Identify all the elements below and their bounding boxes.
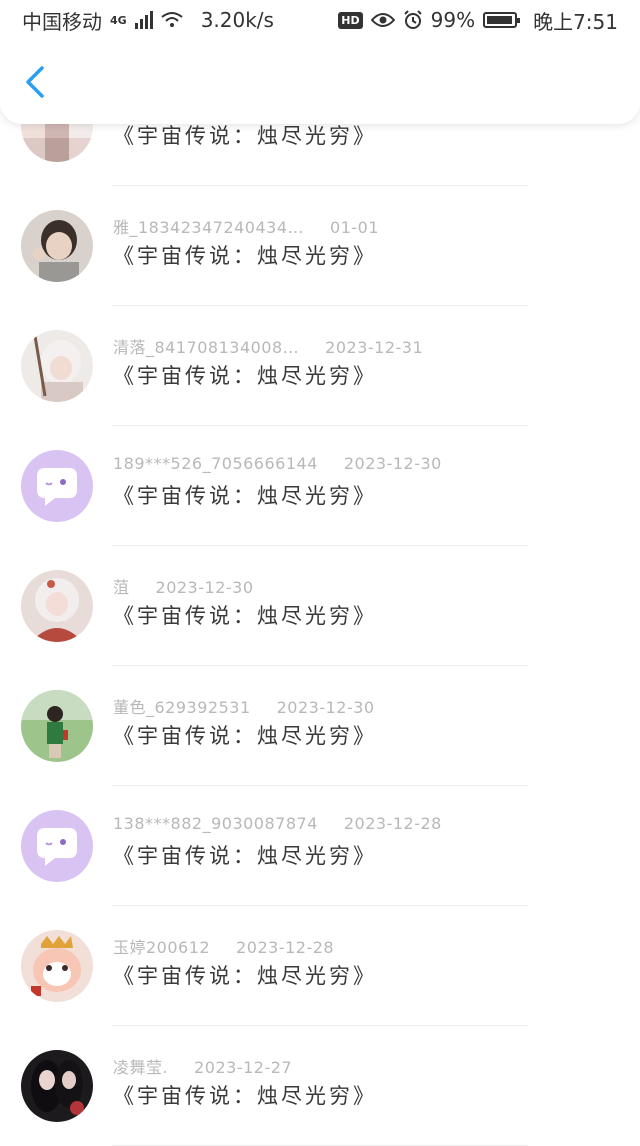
username: 雅_18342347240434… [113,218,305,237]
comment-text: 《宇宙传说：烛尽光穷》 [113,364,377,388]
username: 玉婷200612 [113,938,211,957]
comment-meta: 凌舞莹. 2023-12-27 [113,1054,292,1078]
chat-bubble-icon [21,810,93,882]
hd-icon: HD [338,11,363,29]
user-avatar[interactable] [21,690,93,762]
eye-icon [370,13,395,27]
username: 凌舞莹. [113,1058,169,1077]
comment-meta: 清落_841708134008… 2023-12-31 [113,334,423,358]
comment-item[interactable]: 玉婷200612 2023-12-28 《宇宙传说：烛尽光穷》 [0,906,640,1026]
comment-text: 《宇宙传说：烛尽光穷》 [113,484,377,508]
user-avatar[interactable] [21,930,93,1002]
signal-icon [134,11,153,29]
comment-item[interactable]: 菹 2023-12-30 《宇宙传说：烛尽光穷》 [0,546,640,666]
battery-percent: 99% [430,8,476,32]
comment-date: 2023-12-30 [343,454,442,473]
wifi-icon [161,12,183,27]
username: 138***882_9030087874 [113,814,318,833]
comment-meta: 菹 2023-12-30 [113,574,254,598]
comment-meta: 玉婷200612 2023-12-28 [113,934,334,958]
comment-text: 《宇宙传说：烛尽光穷》 [113,124,377,148]
clock: 晚上7:51 [533,9,618,34]
comment-text: 《宇宙传说：烛尽光穷》 [113,724,377,748]
comment-date: 2023-12-28 [343,814,442,833]
comment-item[interactable]: 189***526_7056666144 2023-12-30 《宇宙传说：烛尽光… [0,426,640,546]
username: 189***526_7056666144 [113,454,318,473]
comment-item[interactable]: 董色_629392531 2023-12-30 《宇宙传说：烛尽光穷》 [0,666,640,786]
comment-date: 2023-12-28 [236,938,335,957]
chat-bubble-icon [21,450,93,522]
username: 董色_629392531 [113,698,251,717]
comment-meta: 雅_18342347240434… 01-01 [113,214,379,238]
status-bar: 中国移动 4G 3.20k/s HD 99% 晚上7:51 [0,0,640,40]
username: 清落_841708134008… [113,338,300,357]
comment-date: 01-01 [330,218,380,237]
net-speed: 3.20k/s [200,8,274,32]
comment-date: 2023-12-30 [155,578,254,597]
comment-meta: 董色_629392531 2023-12-30 [113,694,375,718]
network-type: 4G [110,13,127,27]
user-avatar[interactable] [21,570,93,642]
chevron-left-icon [26,66,44,98]
comment-text: 《宇宙传说：烛尽光穷》 [113,244,377,268]
user-avatar[interactable] [21,450,93,522]
comment-date: 2023-12-27 [194,1058,293,1077]
comment-meta: 138***882_9030087874 2023-12-28 [113,814,442,833]
alarm-icon [403,10,422,29]
comment-text: 《宇宙传说：烛尽光穷》 [113,1084,377,1108]
comment-item[interactable]: 雅_18342347240434… 01-01 《宇宙传说：烛尽光穷》 [0,186,640,306]
comment-text: 《宇宙传说：烛尽光穷》 [113,844,377,868]
user-avatar[interactable] [21,330,93,402]
top-nav-bar [0,40,640,124]
comment-text: 《宇宙传说：烛尽光穷》 [113,604,377,628]
user-avatar[interactable] [21,810,93,882]
username: 菹 [113,578,130,597]
comment-item[interactable]: 138***882_9030087874 2023-12-28 《宇宙传说：烛尽光… [0,786,640,906]
comment-item[interactable]: 凌舞莹. 2023-12-27 《宇宙传说：烛尽光穷》 [0,1026,640,1146]
comment-item[interactable]: 清落_841708134008… 2023-12-31 《宇宙传说：烛尽光穷》 [0,306,640,426]
battery-icon [483,12,521,28]
comment-date: 2023-12-30 [276,698,375,717]
comment-list: 《宇宙传说：烛尽光穷》 雅_18342347240434… 01-01 《宇宙传说… [0,66,640,1146]
user-avatar[interactable] [21,1050,93,1122]
back-button[interactable] [18,62,54,102]
comment-meta: 189***526_7056666144 2023-12-30 [113,454,442,473]
comment-date: 2023-12-31 [325,338,424,357]
carrier-label: 中国移动 [22,9,102,34]
user-avatar[interactable] [21,210,93,282]
comment-text: 《宇宙传说：烛尽光穷》 [113,964,377,988]
